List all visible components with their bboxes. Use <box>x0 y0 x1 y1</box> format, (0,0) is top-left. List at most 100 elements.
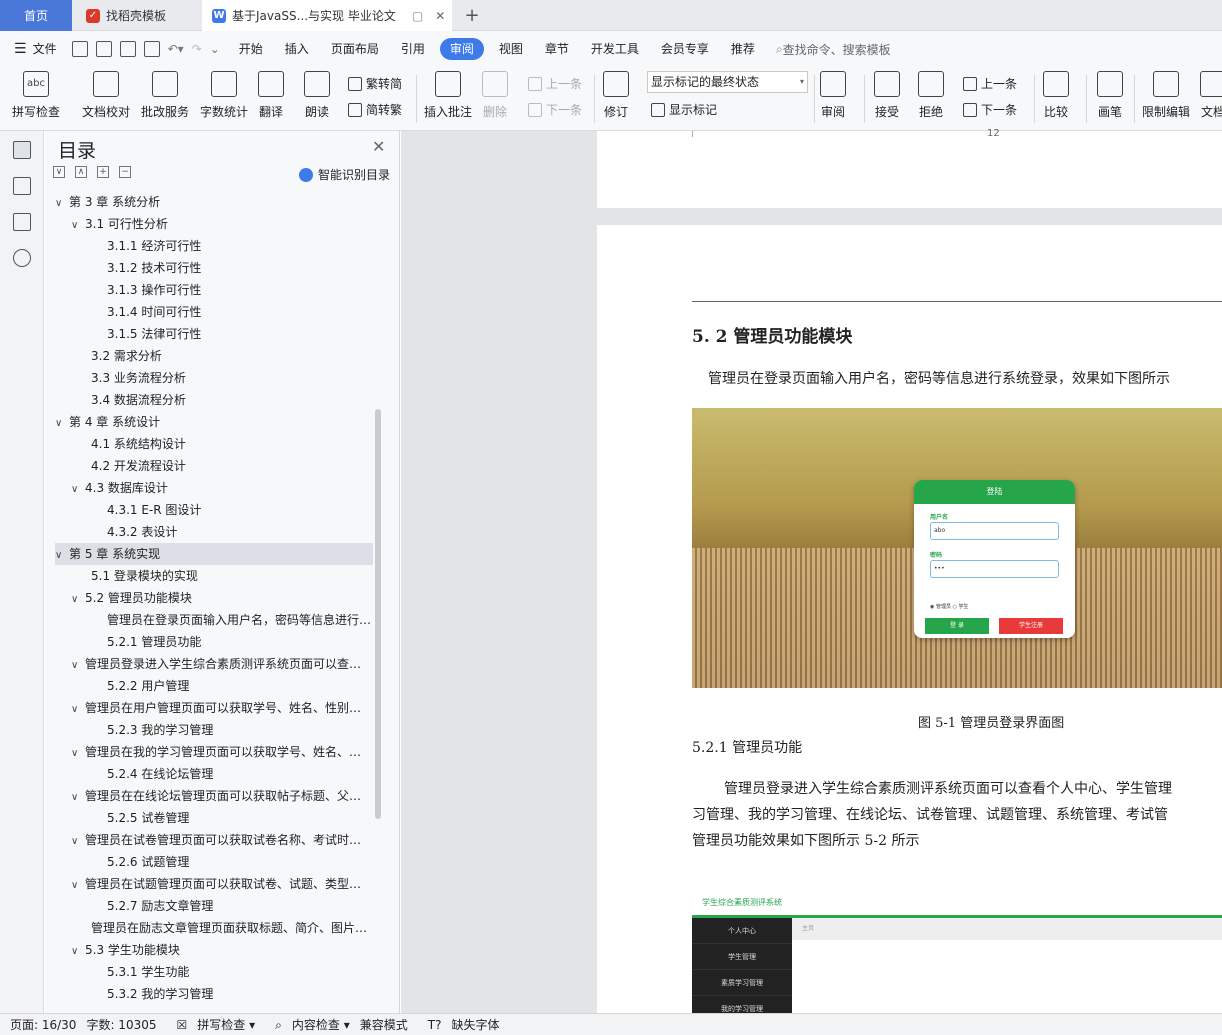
batch-service-button[interactable]: 批改服务 <box>141 71 189 120</box>
compare-button[interactable]: 比较 <box>1043 71 1069 120</box>
collapse-all-icon[interactable]: ∧ <box>75 166 87 178</box>
show-markup-button[interactable]: 显示标记 <box>651 101 717 118</box>
simp-to-trad-button[interactable]: 简转繁 <box>348 101 402 118</box>
tab-document[interactable]: W 基于JavaSS...与实现 毕业论文 ▢ ✕ <box>202 0 452 31</box>
insert-comment-button[interactable]: 插入批注 <box>424 71 472 120</box>
menu-layout[interactable]: 页面布局 <box>320 38 390 60</box>
menu-developer[interactable]: 开发工具 <box>580 38 650 60</box>
toc-item[interactable]: 5.2.4 在线论坛管理 <box>55 763 373 785</box>
toc-panel-icon[interactable] <box>13 141 31 159</box>
toc-item[interactable]: 5.2.5 试卷管理 <box>55 807 373 829</box>
toc-item[interactable]: 5.3.1 学生功能 <box>55 961 373 983</box>
login-screenshot-figure[interactable]: 登陆 用户名 abo 密码 ••• ◉ 管理员 ○ 学生 登 录 学生注册 <box>692 408 1222 688</box>
toc-item[interactable]: 5.1 登录模块的实现 <box>55 565 373 587</box>
tab-templates[interactable]: ✓ 找稻壳模板 <box>74 0 200 31</box>
toc-item[interactable]: 5.2.3 我的学习管理 <box>55 719 373 741</box>
toc-item[interactable]: 5.3.2 我的学习管理 <box>55 983 373 1005</box>
doc-proof-button[interactable]: 文档校对 <box>82 71 130 120</box>
word-count-indicator[interactable]: 字数: 10305 <box>86 1016 156 1033</box>
toc-item[interactable]: ∨ 5.2 管理员功能模块 <box>55 587 373 609</box>
preview-icon[interactable] <box>143 41 160 57</box>
toc-item[interactable]: 3.1.3 操作可行性 <box>55 279 373 301</box>
add-heading-icon[interactable]: + <box>97 166 109 178</box>
find-icon[interactable] <box>13 249 31 267</box>
close-tab-icon[interactable]: ✕ <box>435 9 445 23</box>
menu-section[interactable]: 章节 <box>534 38 580 60</box>
prev-comment-button[interactable]: 上一条 <box>528 75 582 92</box>
chevron-down-icon[interactable]: ∨ <box>71 589 85 609</box>
toc-item[interactable]: ∨管理员登录进入学生综合素质测评系统页面可以查看个人中心、学生管理 <box>55 653 373 675</box>
translate-button[interactable]: 翻译 <box>258 71 284 120</box>
doc-permission-button[interactable]: 文档 <box>1200 71 1222 120</box>
chevron-down-icon[interactable]: ∨ <box>55 413 69 433</box>
toc-item[interactable]: 3.2 需求分析 <box>55 345 373 367</box>
tab-home[interactable]: 首页 <box>0 0 72 31</box>
menu-references[interactable]: 引用 <box>390 38 436 60</box>
chevron-down-icon[interactable]: ∨ <box>71 831 85 851</box>
chevron-down-icon[interactable]: ∨ <box>55 545 69 565</box>
markup-state-select[interactable]: 显示标记的最终状态 ▾ <box>647 71 808 93</box>
menu-member[interactable]: 会员专享 <box>650 38 720 60</box>
new-tab-button[interactable]: + <box>458 0 486 31</box>
menu-view[interactable]: 视图 <box>488 38 534 60</box>
toc-item[interactable]: ∨ 管理员在用户管理页面可以获取学号、姓名、性别等信息 <box>55 697 373 719</box>
next-change-button[interactable]: 下一条 <box>963 101 1017 118</box>
expand-all-icon[interactable]: ∨ <box>53 166 65 178</box>
toc-item[interactable]: 3.4 数据流程分析 <box>55 389 373 411</box>
toc-item[interactable]: 管理员在登录页面输入用户名，密码等信息进行系统登录，效果如下图所示 <box>55 609 373 631</box>
toc-item[interactable]: ∨ 5.3 学生功能模块 <box>55 939 373 961</box>
save-icon[interactable] <box>71 41 88 57</box>
toc-item[interactable]: 4.3.1 E-R 图设计 <box>55 499 373 521</box>
review-pane-button[interactable]: 审阅 <box>820 71 846 120</box>
print-icon[interactable] <box>119 41 136 57</box>
toc-item[interactable]: 4.2 开发流程设计 <box>55 455 373 477</box>
toc-item[interactable]: 5.2.6 试题管理 <box>55 851 373 873</box>
admin-screenshot-figure[interactable]: 学生综合素质测评系统 个人中心 学生管理 素质学习管理 我的学习管理 主页 <box>692 892 1222 1015</box>
chevron-down-icon[interactable]: ∨ <box>71 215 85 235</box>
accept-button[interactable]: 接受 <box>874 71 900 120</box>
menu-recommend[interactable]: 推荐 <box>720 38 766 60</box>
command-search-input[interactable]: 查找命令、搜索模板 <box>783 41 891 58</box>
toc-item[interactable]: ∨ 第 4 章 系统设计 <box>55 411 373 433</box>
pin-icon[interactable]: ▢ <box>412 9 423 23</box>
missing-font-button[interactable]: T? 缺失字体 <box>418 1016 500 1033</box>
more-icon[interactable]: ⌄ <box>210 42 220 56</box>
chevron-down-icon[interactable]: ∨ <box>71 655 85 675</box>
close-icon[interactable]: ✕ <box>372 137 385 156</box>
menu-insert[interactable]: 插入 <box>274 38 320 60</box>
toc-item[interactable]: ∨ 第 3 章 系统分析 <box>55 191 373 213</box>
prev-change-button[interactable]: 上一条 <box>963 75 1017 92</box>
toc-item[interactable]: 3.1.5 法律可行性 <box>55 323 373 345</box>
toc-item[interactable]: 5.2.2 用户管理 <box>55 675 373 697</box>
chevron-down-icon[interactable]: ∨ <box>71 787 85 807</box>
toc-scrollbar[interactable] <box>375 409 381 819</box>
redo-icon[interactable]: ↷ <box>192 42 202 56</box>
menu-file[interactable]: 文件 <box>27 38 68 60</box>
read-aloud-button[interactable]: 朗读 <box>304 71 330 120</box>
toc-item[interactable]: ∨ 4.3 数据库设计 <box>55 477 373 499</box>
chevron-down-icon[interactable]: ∨ <box>71 743 85 763</box>
menu-start[interactable]: 开始 <box>228 38 274 60</box>
spell-check-button[interactable]: abc 拼写检查 <box>12 71 60 120</box>
toc-item[interactable]: 3.1.2 技术可行性 <box>55 257 373 279</box>
toc-item[interactable]: 4.3.2 表设计 <box>55 521 373 543</box>
document-page[interactable]: 5. 2 管理员功能模块 管理员在登录页面输入用户名，密码等信息进行系统登录，效… <box>597 225 1222 1015</box>
bookmark-icon[interactable] <box>13 213 31 231</box>
chapter-nav-icon[interactable] <box>13 177 31 195</box>
chevron-down-icon[interactable]: ∨ <box>71 875 85 895</box>
reject-button[interactable]: 拒绝 <box>918 71 944 120</box>
hamburger-icon[interactable]: ☰ <box>14 41 27 57</box>
toc-item[interactable]: 4.1 系统结构设计 <box>55 433 373 455</box>
remove-heading-icon[interactable]: − <box>119 166 131 178</box>
chevron-down-icon[interactable]: ∨ <box>71 699 85 719</box>
toc-item[interactable]: ∨ 管理员在试题管理页面可以获取试卷、试题、类型等信息 <box>55 873 373 895</box>
toc-item[interactable]: ∨ 3.1 可行性分析 <box>55 213 373 235</box>
trad-to-simp-button[interactable]: 繁转简 <box>348 75 402 92</box>
spell-check-toggle[interactable]: ☒ 拼写检查 ▾ <box>167 1016 256 1033</box>
toc-item[interactable]: ∨管理员在在线论坛管理页面可以获取帖子标题、父节点等信息 <box>55 785 373 807</box>
toc-item[interactable]: ∨ 管理员在我的学习管理页面可以获取学号、姓名、等信息 <box>55 741 373 763</box>
toc-item[interactable]: 5.2.7 励志文章管理 <box>55 895 373 917</box>
toc-item[interactable]: 管理员在励志文章管理页面获取标题、简介、图片等信息 <box>55 917 373 939</box>
toc-item[interactable]: 5.2.1 管理员功能 <box>55 631 373 653</box>
export-icon[interactable] <box>95 41 112 57</box>
